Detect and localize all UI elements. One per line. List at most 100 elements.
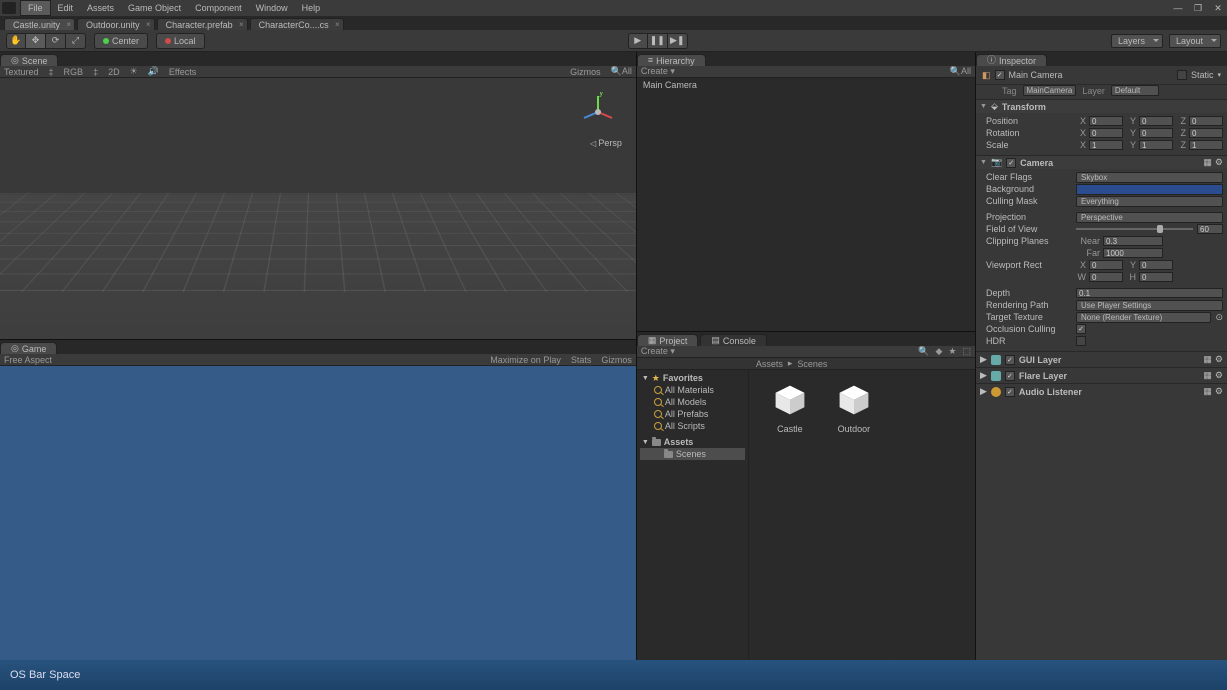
close-icon[interactable]: × <box>335 20 340 29</box>
foldout-icon[interactable]: ▶ <box>980 370 987 381</box>
game-gizmos[interactable]: Gizmos <box>601 355 632 365</box>
cullmask-dropdown[interactable]: Everything <box>1076 196 1223 207</box>
foldout-icon[interactable]: ▼ <box>980 159 987 166</box>
vp-y[interactable] <box>1139 260 1173 270</box>
hierarchy-create[interactable]: Create ▾ <box>641 66 675 77</box>
rotate-tool[interactable]: ⟳ <box>46 33 66 49</box>
crumb-scenes[interactable]: Scenes <box>797 359 827 369</box>
file-tab-castle[interactable]: Castle.unity× <box>4 18 75 30</box>
menu-window[interactable]: Window <box>249 0 295 16</box>
occlusion-checkbox[interactable]: ✓ <box>1076 324 1086 334</box>
hierarchy-search[interactable]: 🔍All <box>950 66 971 77</box>
pos-y[interactable] <box>1139 116 1173 126</box>
close-icon[interactable]: × <box>146 20 151 29</box>
component-enable[interactable]: ✓ <box>1005 371 1015 381</box>
close-icon[interactable]: × <box>66 20 71 29</box>
vp-h[interactable] <box>1139 272 1173 282</box>
flarelayer-component[interactable]: ▶✓Flare Layer▦⚙ <box>976 367 1227 383</box>
game-view[interactable] <box>0 366 636 660</box>
light-toggle[interactable]: ☀ <box>130 66 138 77</box>
file-tab-outdoor[interactable]: Outdoor.unity× <box>77 18 155 30</box>
help-icon[interactable]: ▦ <box>1203 370 1212 381</box>
help-icon[interactable]: ▦ <box>1203 386 1212 397</box>
scene-view[interactable]: y ◁ Persp <box>0 78 636 339</box>
tree-fav-prefabs[interactable]: All Prefabs <box>640 408 745 420</box>
layout-dropdown[interactable]: Layout <box>1169 34 1221 48</box>
menu-help[interactable]: Help <box>295 0 328 16</box>
audiolistener-component[interactable]: ▶✓Audio Listener▦⚙ <box>976 383 1227 399</box>
component-enable[interactable]: ✓ <box>1005 355 1015 365</box>
static-checkbox[interactable] <box>1177 70 1187 80</box>
maximize-toggle[interactable]: Maximize on Play <box>490 355 561 365</box>
gear-icon[interactable]: ⚙ <box>1215 370 1223 381</box>
stats-toggle[interactable]: Stats <box>571 355 592 365</box>
menu-gameobject[interactable]: Game Object <box>121 0 188 16</box>
projection-dropdown[interactable]: Perspective <box>1076 212 1223 223</box>
foldout-icon[interactable]: ▶ <box>980 354 987 365</box>
tag-dropdown[interactable]: MainCamera <box>1023 85 1077 96</box>
console-tab[interactable]: ▤Console <box>700 334 767 346</box>
tree-fav-scripts[interactable]: All Scripts <box>640 420 745 432</box>
asset-castle[interactable]: Castle <box>771 382 809 648</box>
asset-outdoor[interactable]: Outdoor <box>835 382 873 648</box>
audio-toggle[interactable]: 🔊 <box>148 66 159 77</box>
scl-z[interactable] <box>1189 140 1223 150</box>
hierarchy-item-main-camera[interactable]: Main Camera <box>643 80 969 90</box>
layers-dropdown[interactable]: Layers <box>1111 34 1163 48</box>
component-enable[interactable]: ✓ <box>1005 387 1015 397</box>
pause-button[interactable]: ❚❚ <box>648 33 668 49</box>
menu-component[interactable]: Component <box>188 0 249 16</box>
scl-x[interactable] <box>1089 140 1123 150</box>
close-icon[interactable]: × <box>239 20 244 29</box>
background-color[interactable] <box>1076 184 1223 195</box>
gizmos-dropdown[interactable]: Gizmos <box>570 67 601 77</box>
aspect-dropdown[interactable]: Free Aspect <box>4 355 52 365</box>
window-minimize-icon[interactable]: — <box>1171 2 1185 14</box>
hdr-checkbox[interactable] <box>1076 336 1086 346</box>
menu-file[interactable]: File <box>20 0 51 16</box>
pos-z[interactable] <box>1189 116 1223 126</box>
crumb-assets[interactable]: Assets <box>756 359 783 369</box>
rot-z[interactable] <box>1189 128 1223 138</box>
pivot-toggle[interactable]: Center <box>94 33 148 49</box>
step-button[interactable]: ▶❚ <box>668 33 688 49</box>
2d-toggle[interactable]: 2D <box>108 67 120 77</box>
hand-tool[interactable]: ✋ <box>6 33 26 49</box>
file-tab-charactercs[interactable]: CharacterCo....cs× <box>250 18 344 30</box>
project-tab[interactable]: ▦Project <box>637 334 699 346</box>
tree-favorites[interactable]: ▼★Favorites <box>640 372 745 384</box>
project-assets-grid[interactable]: Castle Outdoor <box>749 370 975 660</box>
tree-fav-models[interactable]: All Models <box>640 396 745 408</box>
render-mode[interactable]: Textured <box>4 67 39 77</box>
orientation-gizmo[interactable]: y <box>578 92 618 132</box>
save-search-icon[interactable]: ⬚ <box>962 346 971 357</box>
clearflags-dropdown[interactable]: Skybox <box>1076 172 1223 183</box>
help-icon[interactable]: ▦ <box>1203 157 1212 168</box>
filter-icon[interactable]: ◆ <box>935 346 942 357</box>
layer-dropdown[interactable]: Default <box>1111 85 1159 96</box>
project-create[interactable]: Create ▾ <box>641 346 675 357</box>
space-toggle[interactable]: Local <box>156 33 205 49</box>
fov-value[interactable] <box>1197 224 1223 234</box>
game-tab[interactable]: ◎Game <box>0 342 57 354</box>
os-taskbar[interactable]: OS Bar Space <box>0 660 1227 690</box>
gear-icon[interactable]: ⚙ <box>1215 386 1223 397</box>
scale-tool[interactable]: ⤢ <box>66 33 86 49</box>
move-tool[interactable]: ✥ <box>26 33 46 49</box>
renderpath-dropdown[interactable]: Use Player Settings <box>1076 300 1223 311</box>
rot-x[interactable] <box>1089 128 1123 138</box>
star-filter-icon[interactable]: ★ <box>948 346 956 357</box>
scene-tab[interactable]: ◎Scene <box>0 54 58 66</box>
enabled-checkbox[interactable]: ✓ <box>995 70 1005 80</box>
scene-search[interactable]: 🔍All <box>611 66 632 77</box>
file-tab-character[interactable]: Character.prefab× <box>157 18 248 30</box>
color-mode[interactable]: RGB <box>64 67 84 77</box>
menu-edit[interactable]: Edit <box>51 0 81 16</box>
far-value[interactable] <box>1103 248 1163 258</box>
help-icon[interactable]: ▦ <box>1203 354 1212 365</box>
guilayer-component[interactable]: ▶✓GUI Layer▦⚙ <box>976 351 1227 367</box>
pos-x[interactable] <box>1089 116 1123 126</box>
component-enable[interactable]: ✓ <box>1006 158 1016 168</box>
object-picker-icon[interactable]: ⊙ <box>1215 312 1223 323</box>
depth-value[interactable] <box>1076 288 1223 298</box>
